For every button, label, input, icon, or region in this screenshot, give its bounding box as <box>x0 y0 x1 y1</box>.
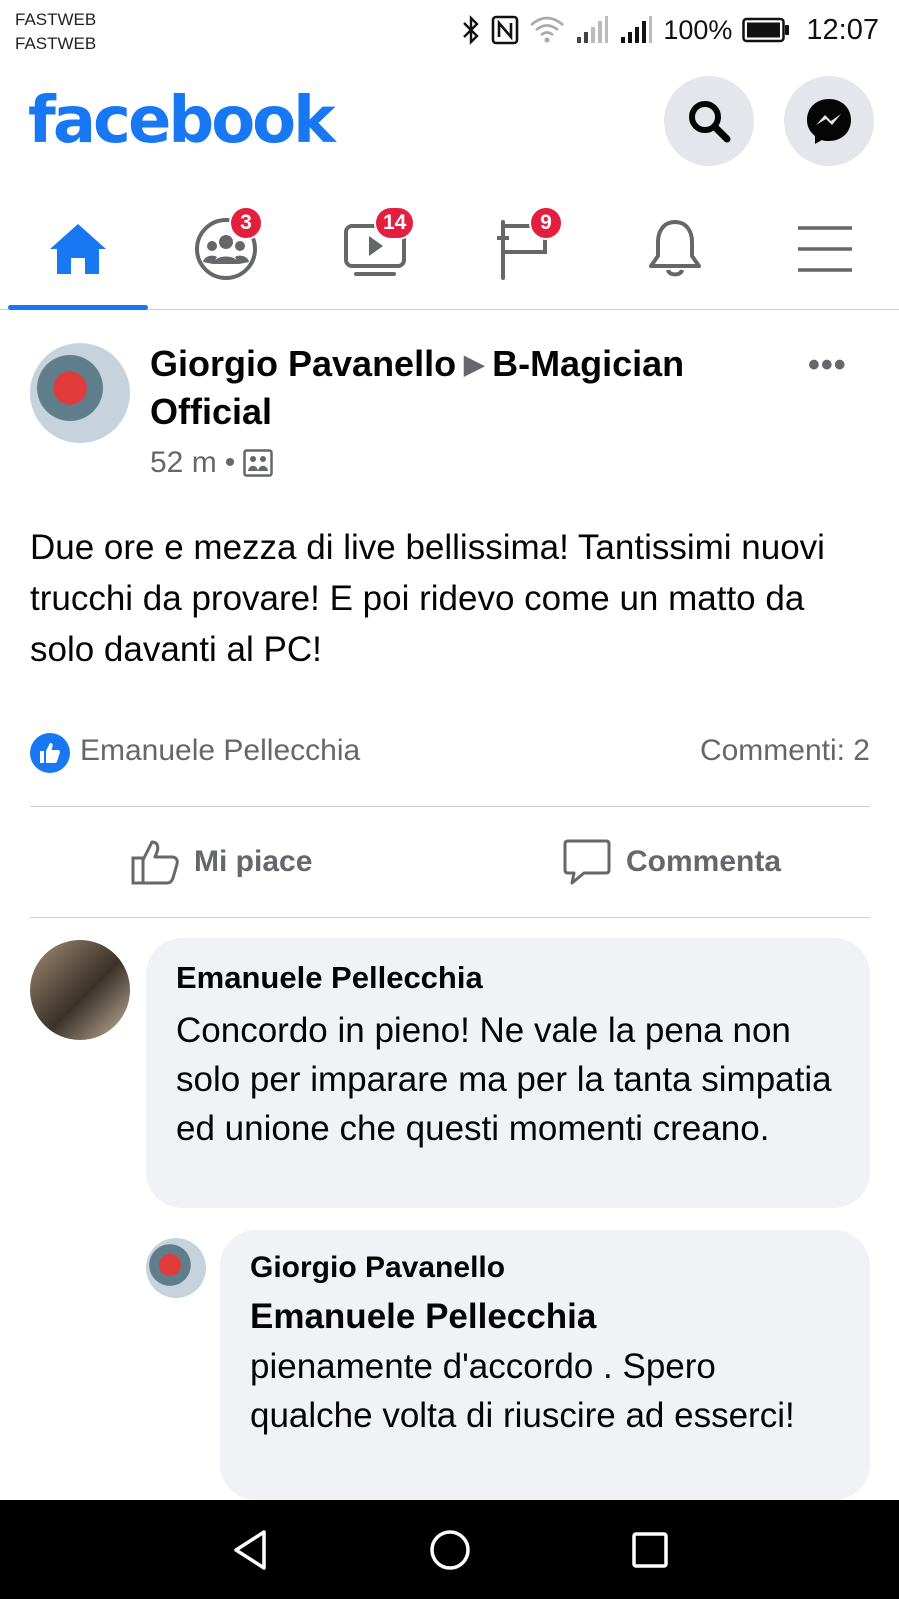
like-button[interactable]: Mi piace <box>130 838 312 886</box>
signal-icon <box>621 16 653 43</box>
group-privacy-icon <box>243 449 273 477</box>
post-author-avatar[interactable] <box>30 343 130 443</box>
tab-watch[interactable]: 14 <box>305 190 445 308</box>
reply-author-name[interactable]: Giorgio Pavanello <box>250 1248 840 1288</box>
reactor-name[interactable]: Emanuele Pellecchia <box>80 734 360 768</box>
reply-text: pienamente d'accordo . Spero qualche vol… <box>250 1347 795 1435</box>
signal-icon <box>577 16 609 43</box>
post-text: Due ore e mezza di live bellissima! Tant… <box>30 528 825 669</box>
tab-notifications[interactable] <box>605 190 745 308</box>
battery-percentage: 100% <box>663 14 733 45</box>
carrier-label: FASTWEB FASTWEB <box>15 8 96 56</box>
menu-icon <box>798 226 852 272</box>
comment-author-name[interactable]: Emanuele Pellecchia <box>176 958 840 998</box>
groups-badge: 3 <box>229 206 263 240</box>
comment-bubble: Emanuele Pellecchia Concordo in pieno! N… <box>146 938 870 1208</box>
reactions-row: Emanuele Pellecchia Commenti: 2 <box>30 733 870 773</box>
square-recents-icon <box>632 1532 668 1568</box>
app-header: facebook <box>0 62 899 182</box>
tab-groups[interactable]: 3 <box>156 190 296 308</box>
divider <box>30 806 870 807</box>
post-header: Giorgio Pavanello ▶ B-Magician Official <box>150 340 770 436</box>
meta-separator: • <box>224 446 236 479</box>
search-icon <box>689 101 731 143</box>
tab-home[interactable] <box>8 190 148 310</box>
like-reaction-icon <box>30 733 70 773</box>
messenger-icon <box>807 99 851 144</box>
thumbs-up-icon <box>131 840 179 885</box>
back-icon <box>234 1530 266 1570</box>
search-button[interactable] <box>664 76 754 166</box>
post-time[interactable]: 52 m <box>150 446 217 480</box>
back-button[interactable] <box>224 1524 276 1576</box>
recents-button[interactable] <box>624 1524 676 1576</box>
reply-mention[interactable]: Emanuele Pellecchia <box>250 1292 840 1342</box>
comment-button[interactable]: Commenta <box>562 838 781 886</box>
reply-author-avatar[interactable] <box>146 1238 206 1298</box>
tab-pages[interactable]: 9 <box>454 190 594 308</box>
status-bar: FASTWEB FASTWEB 100% 12:07 <box>0 0 899 62</box>
tab-menu[interactable] <box>755 190 895 308</box>
reply-bubble: Giorgio Pavanello Emanuele Pellecchia pi… <box>220 1230 870 1500</box>
nfc-icon <box>492 15 519 45</box>
comments-count[interactable]: Commenti: 2 <box>700 734 870 768</box>
post-meta: 52 m • <box>150 446 273 480</box>
watch-badge: 14 <box>374 206 416 240</box>
comment-label: Commenta <box>626 845 782 878</box>
pages-badge: 9 <box>529 206 563 240</box>
system-nav-bar <box>0 1500 899 1599</box>
comment-text: Concordo in pieno! Ne vale la pena non s… <box>176 1011 832 1148</box>
divider <box>30 917 870 918</box>
home-icon <box>50 224 106 274</box>
comment-icon <box>563 839 611 885</box>
more-options-button[interactable]: ••• <box>808 346 847 385</box>
messenger-button[interactable] <box>784 76 874 166</box>
bluetooth-icon <box>463 15 480 45</box>
nav-bar: 3 14 9 <box>0 190 899 310</box>
comment-author-avatar[interactable] <box>30 940 130 1040</box>
facebook-logo[interactable]: facebook <box>28 84 336 158</box>
battery-icon <box>742 17 790 43</box>
circle-home-icon <box>430 1530 470 1570</box>
like-label: Mi piace <box>194 845 313 878</box>
clock: 12:07 <box>806 13 879 46</box>
wifi-icon <box>530 16 565 43</box>
status-icons: 100% 12:07 <box>461 10 879 50</box>
home-system-button[interactable] <box>424 1524 476 1576</box>
post-author-name[interactable]: Giorgio Pavanello <box>150 343 456 384</box>
bell-icon <box>649 220 701 277</box>
carrier-line-2: FASTWEB <box>15 34 97 53</box>
carrier-line-1: FASTWEB <box>15 10 97 29</box>
share-arrow-icon: ▶ <box>464 349 485 379</box>
